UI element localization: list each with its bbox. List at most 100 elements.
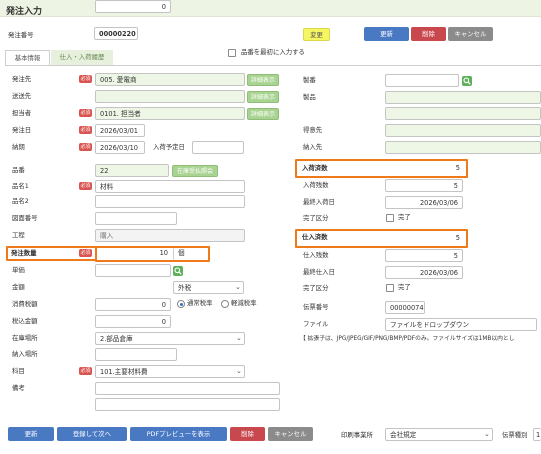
receive-remain-label: 入荷残数 — [303, 181, 329, 189]
last-purchase-value: 2026/03/06 — [385, 266, 463, 279]
tax-included-field[interactable]: 0 — [95, 315, 171, 328]
account-label: 科目 — [12, 367, 25, 375]
stock-inquiry-button[interactable]: 在庫受払照会 — [172, 165, 218, 177]
part-no-label: 品番 — [12, 166, 25, 174]
reduced-rate-label: 軽減税率 — [231, 299, 257, 307]
change-button[interactable]: 変更 — [303, 28, 330, 41]
arrival-plan-field[interactable] — [192, 141, 244, 154]
order-qty-label: 発注数量 — [11, 249, 37, 257]
chevron-down-icon: ⌄ — [236, 334, 242, 342]
product-field[interactable] — [385, 91, 541, 104]
required-badge: 必須 — [79, 182, 92, 190]
destination-detail-button[interactable]: 詳細表示 — [247, 91, 279, 103]
name1-field[interactable]: 材料 — [95, 180, 245, 193]
purchased-count-label: 仕入済数 — [302, 233, 328, 241]
update-button[interactable]: 更新 — [364, 27, 409, 41]
delivery-dest-field[interactable] — [385, 141, 541, 154]
product-label: 製品 — [303, 93, 316, 101]
voucher-no-field[interactable]: 00000074 — [385, 301, 425, 314]
voucher-no-label: 伝票番号 — [303, 303, 329, 311]
register-next-button[interactable]: 登録して次へ — [57, 427, 127, 441]
customer-field[interactable] — [385, 124, 541, 137]
tab-io-history[interactable]: 仕入・入荷履歴 — [51, 50, 113, 65]
staff-detail-button[interactable]: 詳細表示 — [247, 108, 279, 120]
cancel-button[interactable]: キャンセル — [448, 27, 493, 41]
voucher-type-field[interactable]: 1 — [533, 428, 541, 441]
staff-field[interactable]: 0101. 担当者 — [95, 107, 245, 120]
delivery-place-field[interactable] — [95, 348, 177, 361]
purchased-count-value: 5 — [455, 234, 460, 242]
file-label: ファイル — [303, 320, 329, 328]
order-date-field[interactable]: 2026/03/01 — [95, 124, 145, 137]
bottom-cancel-button[interactable]: キャンセル — [268, 427, 313, 441]
receive-remain-value: 5 — [385, 179, 463, 192]
tax-amount-label: 消費税額 — [12, 300, 38, 308]
radio-reduced-rate[interactable] — [221, 300, 229, 308]
required-badge: 必須 — [79, 367, 92, 375]
product-field-2[interactable] — [385, 107, 541, 120]
account-select[interactable]: 101.主要材料費 — [95, 365, 245, 378]
order-qty-field[interactable]: 10 — [98, 248, 172, 260]
delivery-dest-label: 納入先 — [303, 143, 323, 151]
voucher-type-label: 伝票種別 — [502, 431, 528, 439]
supplier-detail-button[interactable]: 詳細表示 — [247, 74, 279, 86]
name2-field[interactable] — [95, 195, 245, 208]
last-receive-label: 最終入荷日 — [303, 198, 335, 206]
name2-label: 品名2 — [12, 197, 29, 205]
page-title: 発注入力 — [0, 0, 541, 17]
purchase-remain-label: 仕入残数 — [303, 251, 329, 259]
received-count-value: 5 — [455, 164, 460, 172]
customer-label: 得意先 — [303, 126, 323, 134]
search-icon[interactable] — [462, 76, 472, 86]
qty-unit-field[interactable]: 個 — [173, 248, 207, 260]
complete2-text: 完了 — [398, 283, 411, 291]
tax-mode-select[interactable]: 外税 — [173, 281, 244, 294]
delete-button[interactable]: 削除 — [411, 27, 446, 41]
due-date-field[interactable]: 2026/03/10 — [95, 141, 145, 154]
amount-field[interactable]: 0 — [95, 0, 171, 13]
pdf-preview-button[interactable]: PDFプレビューを表示 — [130, 427, 227, 441]
delivery-place-label: 納入場所 — [12, 350, 38, 358]
complete-checkbox[interactable] — [386, 214, 394, 222]
file-note: 【 拡張子は、JPG/JPEG/GIF/PNG/BMP/PDFのみ。ファイルサイ… — [300, 336, 515, 342]
radio-normal-rate[interactable] — [177, 300, 185, 308]
due-date-label: 納期 — [12, 143, 25, 151]
destination-label: 送送先 — [12, 92, 32, 100]
supplier-label: 発注先 — [12, 75, 32, 83]
process-field[interactable]: 購入 — [95, 229, 245, 242]
complete2-checkbox[interactable] — [386, 284, 394, 292]
chevron-down-icon: ⌄ — [484, 430, 490, 438]
amount-label: 金額 — [12, 283, 25, 291]
seiban-field[interactable] — [385, 74, 459, 87]
order-no-label: 発注番号 — [8, 31, 34, 39]
drawing-no-field[interactable] — [95, 212, 177, 225]
order-no-field[interactable]: 00000220 — [94, 27, 138, 40]
tab-basic[interactable]: 基本情報 — [5, 50, 50, 65]
part-no-field[interactable]: 22 — [95, 164, 169, 177]
search-icon[interactable] — [173, 266, 183, 276]
complete-text: 完了 — [398, 213, 411, 221]
first-part-checkbox[interactable] — [228, 49, 236, 57]
tax-amount-field[interactable]: 0 — [95, 298, 171, 311]
remarks-field-1[interactable] — [95, 382, 280, 395]
arrival-plan-label: 入荷予定日 — [153, 143, 185, 151]
staff-label: 担当者 — [12, 109, 32, 117]
print-office-label: 印刷事業所 — [341, 431, 373, 439]
supplier-field[interactable]: 005. 愛電商 — [95, 73, 245, 86]
stock-place-select[interactable]: 2.部品倉庫 — [95, 332, 245, 345]
completion-label: 完了区分 — [303, 214, 329, 222]
order-date-label: 発注日 — [12, 126, 32, 134]
bottom-delete-button[interactable]: 削除 — [230, 427, 265, 441]
remarks-field-2[interactable] — [95, 398, 280, 411]
name1-label: 品名1 — [12, 182, 29, 190]
print-office-select[interactable]: 会社規定 — [385, 428, 493, 441]
file-drop-field[interactable]: ファイルをドロップダウン — [385, 318, 537, 331]
destination-field[interactable] — [95, 90, 245, 103]
bottom-update-button[interactable]: 更新 — [8, 427, 54, 441]
required-badge: 必須 — [79, 249, 92, 257]
chevron-down-icon: ⌄ — [236, 367, 242, 375]
process-label: 工程 — [12, 231, 25, 239]
unit-price-field[interactable] — [95, 264, 171, 277]
seiban-label: 製番 — [303, 76, 316, 84]
purchase-remain-value: 5 — [385, 249, 463, 262]
